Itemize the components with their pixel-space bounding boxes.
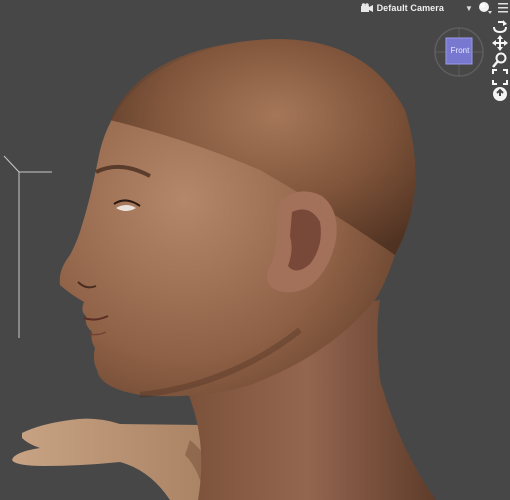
- camera-icon: [360, 3, 373, 13]
- chevron-down-icon[interactable]: ▼: [464, 4, 474, 13]
- camera-select[interactable]: Default Camera: [377, 3, 444, 13]
- menu-icon[interactable]: [498, 2, 508, 14]
- reset-view-icon[interactable]: [492, 86, 508, 102]
- view-cube[interactable]: Front: [433, 26, 485, 78]
- orbit-icon[interactable]: [492, 18, 508, 34]
- hand[interactable]: [12, 418, 220, 500]
- move-icon[interactable]: [492, 35, 508, 51]
- view-cube-face-label: Front: [450, 46, 470, 55]
- zoom-icon[interactable]: [492, 52, 508, 68]
- frame-icon[interactable]: [492, 69, 508, 85]
- sphere-shading-icon[interactable]: [478, 1, 494, 15]
- axis-gizmo: [3, 155, 52, 338]
- camera-toolbar: Default Camera ▼: [360, 0, 510, 16]
